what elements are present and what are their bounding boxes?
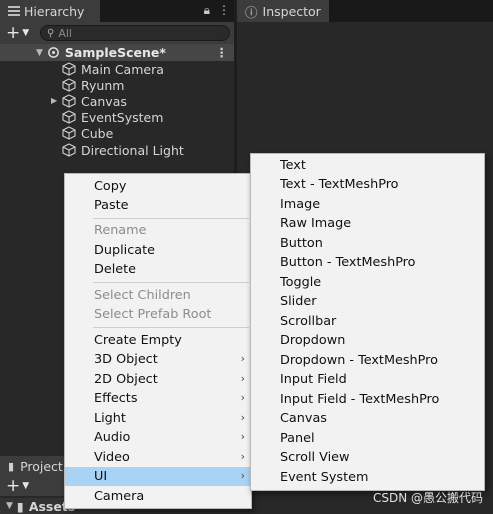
gameobject-cube-icon [62, 143, 76, 157]
menu-item-2d-object[interactable]: 2D Object › [65, 370, 251, 389]
menu-separator [93, 327, 249, 328]
tree-item-directional-light[interactable]: Directional Light [62, 142, 184, 158]
submenu-item-canvas[interactable]: Canvas [251, 409, 484, 428]
menu-item-label: 2D Object [94, 372, 158, 387]
info-icon: ⓘ [245, 4, 258, 20]
lock-icon[interactable]: 🔒︎ [204, 3, 210, 18]
submenu-item-text-textmeshpro[interactable]: Text - TextMeshPro [251, 175, 484, 194]
submenu-item-panel[interactable]: Panel [251, 429, 484, 448]
submenu-item-dropdown[interactable]: Dropdown [251, 331, 484, 350]
gameobject-cube-icon [62, 78, 76, 92]
chevron-right-icon: › [240, 469, 245, 482]
tree-item-label: Directional Light [81, 142, 184, 158]
menu-item-select-children: Select Children [94, 288, 191, 303]
submenu-item-input-field-textmeshpro[interactable]: Input Field - TextMeshPro [251, 390, 484, 409]
menu-item-paste[interactable]: Paste [65, 196, 251, 215]
tree-item-label: Canvas [81, 93, 127, 109]
chevron-right-icon: › [240, 450, 245, 463]
submenu-item-scroll-view[interactable]: Scroll View [251, 448, 484, 467]
inspector-tab-bar: ⓘ Inspector [237, 0, 493, 22]
menu-item-duplicate[interactable]: Duplicate [65, 241, 251, 260]
scene-row[interactable]: ▼ SampleScene* ⋮ [0, 44, 234, 61]
hierarchy-tab-label: Hierarchy [24, 3, 85, 19]
gameobject-cube-icon [62, 94, 76, 108]
chevron-right-icon: › [240, 352, 245, 365]
menu-item-select-prefab-root: Select Prefab Root [94, 307, 212, 322]
tree-item-label: Cube [81, 125, 114, 141]
menu-item-camera[interactable]: Camera [65, 487, 251, 506]
submenu-item-dropdown-textmeshpro[interactable]: Dropdown - TextMeshPro [251, 351, 484, 370]
submenu-item-button-textmeshpro[interactable]: Button - TextMeshPro [251, 253, 484, 272]
menu-item-audio[interactable]: Audio › [65, 428, 251, 447]
menu-item-label: Video [94, 450, 130, 465]
chevron-right-icon: › [240, 372, 245, 385]
menu-item-copy[interactable]: Copy [65, 177, 251, 196]
expand-triangle-icon[interactable]: ▼ [36, 48, 43, 58]
submenu-item-slider[interactable]: Slider [251, 292, 484, 311]
unity-scene-icon [48, 47, 59, 58]
menu-item-label: Light [94, 411, 126, 426]
tree-item-canvas[interactable]: Canvas [62, 93, 127, 109]
menu-item-video[interactable]: Video › [65, 448, 251, 467]
tree-item-label: Main Camera [81, 61, 164, 77]
watermark-text: CSDN @愚公搬代码 [372, 491, 483, 505]
menu-item-create-empty[interactable]: Create Empty [65, 331, 251, 350]
expand-triangle-icon[interactable]: ▼ [6, 501, 13, 511]
folder-icon: ▮ [8, 459, 15, 473]
search-input[interactable]: ⚲ All [40, 25, 230, 41]
tree-item-main-camera[interactable]: Main Camera [62, 61, 164, 77]
context-menu: Copy Paste Rename Duplicate Delete Selec… [64, 173, 252, 509]
submenu-item-event-system[interactable]: Event System [251, 468, 484, 487]
menu-item-label: 3D Object [94, 352, 158, 367]
chevron-down-icon[interactable]: ▼ [22, 481, 29, 491]
add-icon[interactable]: + [6, 477, 20, 495]
submenu-item-text[interactable]: Text [251, 156, 484, 175]
hierarchy-tab-bar: Hierarchy 🔒︎ ⋮ [0, 0, 234, 22]
submenu-item-scrollbar[interactable]: Scrollbar [251, 312, 484, 331]
scene-kebab-icon[interactable]: ⋮ [216, 45, 229, 60]
chevron-right-icon: › [240, 411, 245, 424]
hierarchy-toolbar: + ▼ ⚲ All [0, 22, 234, 44]
hierarchy-tab[interactable]: Hierarchy [0, 0, 100, 22]
chevron-right-icon: › [240, 430, 245, 443]
menu-item-rename: Rename [94, 223, 147, 238]
ui-submenu: Text Text - TextMeshPro Image Raw Image … [250, 153, 485, 491]
scene-name: SampleScene* [64, 45, 166, 60]
menu-item-label: Effects [94, 391, 138, 406]
submenu-item-toggle[interactable]: Toggle [251, 273, 484, 292]
kebab-menu-icon[interactable]: ⋮ [218, 3, 230, 18]
add-icon[interactable]: + [6, 24, 20, 42]
tree-item-label: EventSystem [81, 109, 164, 125]
submenu-item-input-field[interactable]: Input Field [251, 370, 484, 389]
menu-separator [93, 218, 249, 219]
submenu-item-raw-image[interactable]: Raw Image [251, 214, 484, 233]
gameobject-cube-icon [62, 110, 76, 124]
menu-item-light[interactable]: Light › [65, 409, 251, 428]
menu-item-3d-object[interactable]: 3D Object › [65, 350, 251, 369]
chevron-right-icon: › [240, 391, 245, 404]
tree-item-ryunm[interactable]: Ryunm [62, 77, 124, 93]
chevron-down-icon[interactable]: ▼ [22, 28, 29, 38]
menu-item-label: Audio [94, 430, 131, 445]
project-tab-label: Project [20, 458, 63, 474]
menu-separator [93, 282, 249, 283]
menu-item-ui[interactable]: UI › [65, 467, 251, 486]
expand-triangle-icon[interactable]: ▶ [51, 96, 57, 105]
inspector-tab[interactable]: ⓘ Inspector [237, 0, 329, 22]
folder-icon: ▮ [16, 498, 24, 514]
menu-item-effects[interactable]: Effects › [65, 389, 251, 408]
tree-item-eventsystem[interactable]: EventSystem [62, 109, 163, 125]
menu-item-label: UI [94, 469, 108, 484]
tree-item-label: Ryunm [81, 77, 125, 93]
search-icon: ⚲ [47, 27, 55, 39]
inspector-tab-label: Inspector [262, 3, 321, 19]
submenu-item-button[interactable]: Button [251, 234, 484, 253]
tree-item-cube[interactable]: Cube [62, 125, 113, 141]
menu-item-delete[interactable]: Delete [65, 260, 251, 279]
hierarchy-list-icon [8, 6, 20, 16]
gameobject-cube-icon [62, 62, 76, 76]
gameobject-cube-icon [62, 126, 76, 140]
search-placeholder: All [58, 26, 72, 40]
submenu-item-image[interactable]: Image [251, 195, 484, 214]
